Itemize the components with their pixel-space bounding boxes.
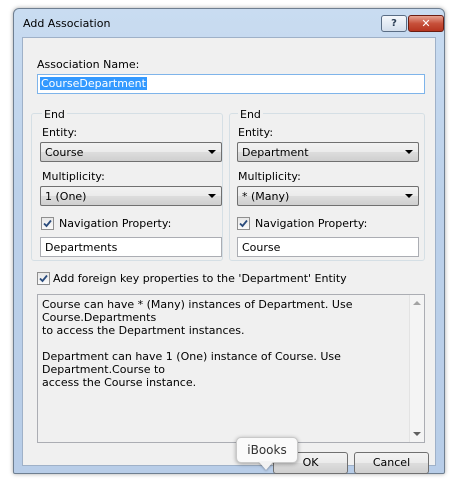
end1-nav-input[interactable]: Departments bbox=[40, 237, 222, 257]
end1-multiplicity-select[interactable]: 1 (One) bbox=[40, 186, 222, 206]
end1-entity-select[interactable]: Course bbox=[40, 142, 222, 162]
close-icon: ✕ bbox=[421, 17, 431, 30]
add-association-dialog: Add Association ? ✕ Association Name: Co… bbox=[13, 8, 445, 474]
end2-multiplicity-label: Multiplicity: bbox=[238, 170, 301, 183]
cancel-button[interactable]: Cancel bbox=[354, 452, 429, 474]
cancel-button-label: Cancel bbox=[372, 456, 411, 469]
help-icon: ? bbox=[391, 18, 397, 29]
association-name-label: Association Name: bbox=[37, 58, 140, 71]
checkmark-icon bbox=[39, 274, 48, 283]
checkmark-icon bbox=[43, 219, 52, 228]
end2-nav-value: Course bbox=[242, 241, 281, 254]
end2-entity-select[interactable]: Department bbox=[237, 142, 419, 162]
end1-multiplicity-label: Multiplicity: bbox=[42, 170, 105, 183]
scroll-up-icon[interactable] bbox=[413, 301, 421, 305]
vertical-scrollbar[interactable] bbox=[409, 295, 424, 442]
foreign-key-label: Add foreign key properties to the 'Depar… bbox=[53, 272, 347, 285]
association-name-input[interactable]: CourseDepartment bbox=[37, 74, 425, 94]
help-button[interactable]: ? bbox=[381, 15, 407, 32]
ok-button-label: OK bbox=[302, 456, 319, 469]
chevron-down-icon bbox=[208, 150, 216, 154]
association-name-value: CourseDepartment bbox=[40, 77, 147, 90]
tooltip-tail bbox=[259, 462, 273, 470]
end2-multiplicity-select[interactable]: * (Many) bbox=[237, 186, 419, 206]
end2-nav-input[interactable]: Course bbox=[237, 237, 419, 257]
scroll-down-icon[interactable] bbox=[413, 432, 421, 436]
foreign-key-checkbox[interactable] bbox=[37, 272, 50, 285]
title-bar[interactable]: Add Association ? ✕ bbox=[14, 9, 444, 37]
end2-entity-value: Department bbox=[242, 146, 309, 159]
ibooks-tooltip: iBooks bbox=[236, 437, 298, 463]
end1-multiplicity-value: 1 (One) bbox=[45, 190, 87, 203]
dialog-body: Association Name: CourseDepartment End E… bbox=[22, 37, 436, 474]
chevron-down-icon bbox=[208, 194, 216, 198]
end2-group-label: End bbox=[238, 108, 263, 121]
window-title: Add Association bbox=[23, 17, 111, 30]
end2-nav-label: Navigation Property: bbox=[255, 217, 368, 230]
end1-entity-label: Entity: bbox=[42, 126, 78, 139]
end1-nav-label: Navigation Property: bbox=[59, 217, 172, 230]
end1-entity-value: Course bbox=[45, 146, 84, 159]
description-box: Course can have * (Many) instances of De… bbox=[37, 294, 425, 443]
close-button[interactable]: ✕ bbox=[408, 15, 444, 32]
tooltip-label: iBooks bbox=[247, 443, 287, 457]
end1-nav-value: Departments bbox=[45, 241, 118, 254]
chevron-down-icon bbox=[405, 150, 413, 154]
chevron-down-icon bbox=[405, 194, 413, 198]
checkmark-icon bbox=[239, 219, 248, 228]
end1-nav-checkbox[interactable] bbox=[41, 217, 54, 230]
end2-entity-label: Entity: bbox=[238, 126, 274, 139]
end2-multiplicity-value: * (Many) bbox=[242, 190, 290, 203]
description-text: Course can have * (Many) instances of De… bbox=[42, 298, 353, 389]
end2-nav-checkbox[interactable] bbox=[237, 217, 250, 230]
end1-group-label: End bbox=[42, 108, 67, 121]
